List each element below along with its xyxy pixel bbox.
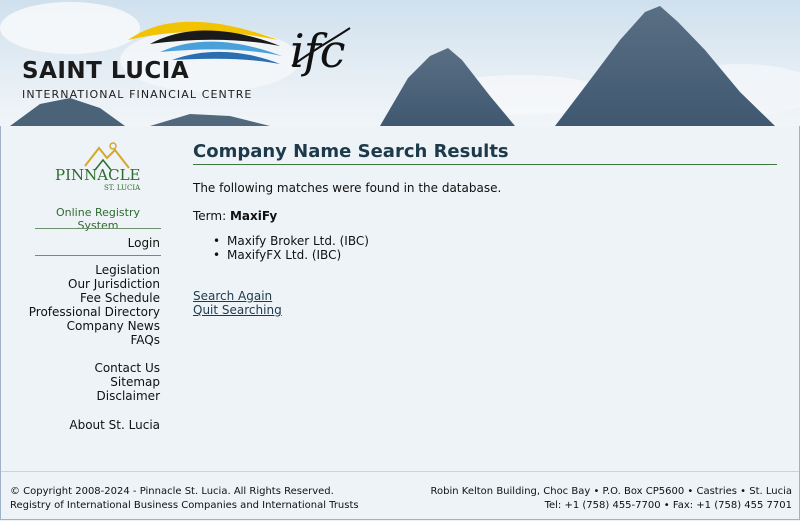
title-divider: [193, 164, 777, 165]
search-term-label: Term:: [193, 209, 227, 223]
footer-divider: [1, 471, 799, 472]
footer-address: Robin Kelton Building, Choc Bay • P.O. B…: [430, 486, 792, 497]
ifc-logo-text: ifc: [290, 24, 345, 78]
sidebar-link-professional-directory[interactable]: Professional Directory: [29, 305, 160, 319]
sidebar-link-fee-schedule[interactable]: Fee Schedule: [80, 291, 160, 305]
search-term: Term: MaxiFy: [193, 209, 277, 223]
pinnacle-logo-text: PINNACLE: [55, 166, 141, 184]
result-item: MaxifyFX Ltd. (IBC): [193, 248, 369, 262]
sidebar-divider: [35, 255, 161, 256]
footer-right: Robin Kelton Building, Choc Bay • P.O. B…: [431, 485, 792, 513]
sidebar-link-faqs[interactable]: FAQs: [131, 333, 161, 347]
header-banner: SAINT LUCIA INTERNATIONAL FINANCIAL CENT…: [0, 0, 800, 126]
result-item: Maxify Broker Ltd. (IBC): [193, 234, 369, 248]
footer-left: © Copyright 2008-2024 - Pinnacle St. Luc…: [10, 485, 359, 513]
sidebar-link-legislation[interactable]: Legislation: [95, 263, 160, 277]
sidebar-link-company-news[interactable]: Company News: [67, 319, 160, 333]
pinnacle-logo-subtext: ST. LUCIA: [104, 184, 141, 192]
results-intro-text: The following matches were found in the …: [193, 181, 502, 195]
brand-subtitle: INTERNATIONAL FINANCIAL CENTRE: [22, 88, 253, 101]
sidebar-link-disclaimer[interactable]: Disclaimer: [97, 389, 160, 403]
page-frame: PINNACLE ST. LUCIA Online Registry Syste…: [0, 126, 800, 520]
brand-title: SAINT LUCIA: [22, 58, 190, 84]
search-term-value: MaxiFy: [229, 209, 278, 223]
sidebar: PINNACLE ST. LUCIA Online Registry Syste…: [1, 126, 171, 471]
sidebar-link-contact-us[interactable]: Contact Us: [94, 361, 160, 375]
footer-phone: Tel: +1 (758) 455-7700 • Fax: +1 (758) 4…: [544, 500, 792, 511]
sidebar-divider: [35, 228, 161, 229]
page-title: Company Name Search Results: [193, 141, 509, 162]
sidebar-link-sitemap[interactable]: Sitemap: [110, 375, 160, 389]
sidebar-link-login[interactable]: Login: [128, 236, 160, 250]
footer-registry-text: Registry of International Business Compa…: [10, 500, 359, 511]
search-again-link[interactable]: Search Again: [193, 289, 272, 303]
sidebar-link-about-st-lucia[interactable]: About St. Lucia: [69, 418, 160, 432]
sidebar-link-our-jurisdiction[interactable]: Our Jurisdiction: [68, 277, 160, 291]
results-list: Maxify Broker Ltd. (IBC) MaxifyFX Ltd. (…: [193, 234, 369, 262]
quit-searching-link[interactable]: Quit Searching: [193, 303, 282, 317]
footer-copyright: © Copyright 2008-2024 - Pinnacle St. Luc…: [10, 486, 334, 497]
